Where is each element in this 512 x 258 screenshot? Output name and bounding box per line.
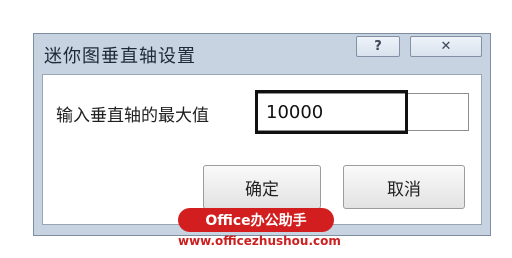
help-button[interactable]: ?	[356, 36, 400, 57]
cancel-button[interactable]: 取消	[343, 165, 465, 209]
dialog-body: 输入垂直轴的最大值 10000 确定 取消	[42, 74, 482, 225]
close-button[interactable]: ✕	[410, 36, 482, 57]
max-value-label: 输入垂直轴的最大值	[56, 106, 209, 126]
title-bar: 迷你图垂直轴设置 ? ✕	[34, 34, 490, 73]
close-icon: ✕	[440, 39, 452, 54]
watermark-badge: Office办公助手	[178, 208, 334, 232]
dialog-title: 迷你图垂直轴设置	[44, 46, 196, 67]
vertical-axis-settings-dialog: 迷你图垂直轴设置 ? ✕ 输入垂直轴的最大值 10000 确定 取消	[33, 33, 491, 236]
ok-button[interactable]: 确定	[203, 165, 321, 209]
watermark-url: www.officezhushou.com	[178, 234, 341, 248]
max-value-text: 10000	[266, 102, 324, 123]
question-mark-icon: ?	[374, 39, 382, 54]
max-value-input[interactable]: 10000	[255, 90, 469, 134]
